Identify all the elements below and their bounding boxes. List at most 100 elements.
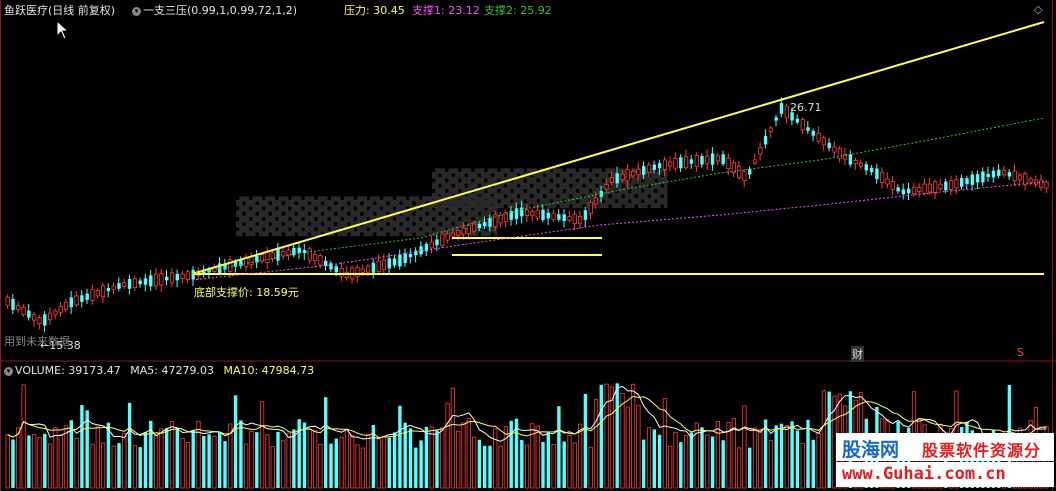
volume-header: ▾ VOLUME: 39173.47 MA5: 47279.03 MA10: 47… (4, 364, 314, 377)
candle-body (795, 118, 800, 123)
volume-bar (265, 434, 270, 489)
volume-bar (700, 427, 704, 488)
volume-bar (705, 434, 710, 489)
volume-bar (604, 383, 609, 489)
candle-body (360, 268, 365, 273)
volume-bar (196, 420, 201, 489)
candle-body (297, 247, 301, 254)
candle-body (1023, 173, 1028, 185)
volume-bar (138, 447, 142, 488)
candle-body (684, 156, 689, 169)
candle-body (763, 136, 768, 145)
candle-body (911, 186, 917, 194)
volume-bar (339, 436, 344, 489)
candle-body (270, 252, 275, 260)
volume-bar (122, 433, 127, 489)
candle-body (122, 282, 127, 287)
volume-bar (365, 434, 371, 489)
candle-body (408, 254, 413, 258)
candle-body (117, 283, 121, 289)
candle-body (175, 273, 179, 281)
candle-body (604, 184, 609, 190)
candle-body (27, 310, 31, 318)
volume-bar (546, 431, 550, 488)
candle-body (991, 170, 996, 178)
candle-body (583, 210, 588, 220)
volume-bar (132, 445, 137, 489)
volume-bar (668, 445, 673, 489)
candle-body (58, 305, 63, 313)
volume-bar (493, 428, 498, 489)
volume-bar (684, 435, 689, 489)
candle-body (970, 174, 974, 185)
candle-body (435, 239, 439, 246)
volume-bar (334, 438, 338, 488)
bg-watermark: ▓▓▓▓▓▓▓▓▓▓ ▓▓▓▓▓▓▓▓▓ (236, 168, 668, 237)
candle-body (811, 130, 815, 136)
candle-body (768, 127, 774, 132)
volume-bar (456, 430, 461, 489)
volume-bar (180, 438, 185, 489)
candle-body (138, 280, 142, 285)
volume-bar (498, 445, 503, 489)
volume-bar (32, 434, 37, 489)
volume-bar (642, 439, 646, 488)
candle-body (445, 233, 450, 241)
candle-body (742, 171, 747, 181)
candle-body (16, 305, 21, 310)
volume-bar (646, 427, 652, 489)
candle-body (85, 293, 89, 300)
volume-bar (541, 441, 545, 488)
candle-body (488, 218, 492, 227)
chart-canvas: ▓▓▓▓▓▓▓▓▓▓ ▓▓▓▓▓▓▓▓▓ (0, 0, 1056, 491)
candle-body (355, 267, 360, 278)
volume-bar (175, 428, 179, 488)
volume-bar (752, 427, 758, 489)
volume-bar (715, 421, 721, 489)
candles-group (5, 97, 1049, 333)
candle-body (1028, 178, 1033, 183)
candle-body (461, 227, 466, 235)
volume-bar (471, 436, 477, 489)
volume-bar (588, 446, 593, 489)
candle-body (21, 306, 26, 316)
volume-bar (414, 447, 418, 488)
volume-bar (95, 426, 100, 489)
volume-bar (477, 439, 482, 488)
volume-bar (488, 445, 492, 488)
candle-body (679, 157, 683, 169)
volume-bar (191, 430, 195, 488)
volume-bar (784, 425, 789, 489)
volume-bar (445, 403, 450, 489)
volume-bar (255, 432, 259, 488)
volume-bar (202, 435, 206, 488)
candle-body (53, 310, 58, 316)
volume-bar (583, 393, 588, 488)
volume-bar (535, 425, 540, 489)
candle-body (37, 317, 42, 325)
chevron-down-icon[interactable]: ▾ (4, 366, 13, 376)
volume-bar (520, 440, 524, 488)
candle-body (153, 273, 159, 287)
candle-body (752, 159, 758, 164)
candle-body (689, 159, 694, 164)
dividend-marker[interactable]: S (1017, 346, 1024, 359)
candle-body (800, 119, 805, 131)
finance-marker[interactable]: 财 (851, 346, 864, 362)
volume-bar (551, 444, 556, 489)
candle-body (1033, 179, 1038, 185)
volume-bar (207, 434, 211, 488)
volume-bar (816, 433, 821, 489)
candle-body (525, 209, 530, 216)
volume-bar (768, 440, 774, 489)
volume-bar (673, 431, 678, 489)
volume-bar (419, 440, 423, 488)
volume-bar (312, 429, 318, 489)
volume-bar (117, 443, 121, 488)
candle-body (551, 212, 556, 220)
volume-bar (74, 437, 79, 489)
candle-body (69, 297, 73, 308)
volume-bar (63, 425, 69, 489)
volume-bar (249, 430, 254, 489)
volume-bar (302, 422, 307, 488)
